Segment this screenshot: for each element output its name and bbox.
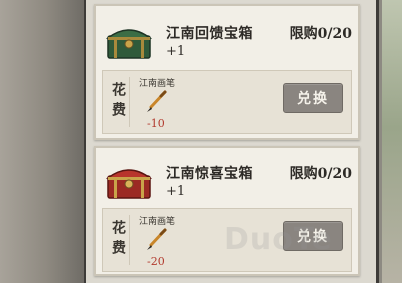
paintbrush-icon — [147, 90, 167, 112]
cost-currency-name: 江南画笔 — [139, 79, 176, 89]
shop-item-card: 江南惊喜宝箱 +1 限购0/20 花费 江南画笔 -20 兑换 — [94, 146, 360, 276]
shop-item-card: 江南回馈宝箱 +1 限购0/20 花费 江南画笔 -10 兑换 — [94, 4, 360, 140]
cost-box: 花费 江南画笔 -20 兑换 — [102, 208, 352, 272]
background-scenery-right — [382, 0, 402, 283]
item-quantity: +1 — [166, 44, 186, 59]
cost-amount: -10 — [147, 117, 165, 130]
exchange-button[interactable]: 兑换 — [283, 83, 343, 113]
cost-currency-name: 江南画笔 — [139, 217, 176, 227]
cost-label: 花费 — [107, 215, 130, 265]
background-scenery-left — [0, 0, 84, 283]
item-quantity: +1 — [166, 184, 186, 199]
item-name: 江南惊喜宝箱 — [166, 166, 253, 182]
green-treasure-chest-icon — [106, 29, 152, 59]
exchange-button[interactable]: 兑换 — [283, 221, 343, 251]
cost-amount: -20 — [147, 255, 165, 268]
item-name: 江南回馈宝箱 — [166, 26, 253, 42]
paintbrush-icon — [147, 228, 167, 250]
red-treasure-chest-icon — [106, 169, 152, 199]
purchase-limit: 限购0/20 — [289, 166, 352, 182]
panel-border-right — [376, 0, 379, 283]
purchase-limit: 限购0/20 — [289, 26, 352, 42]
cost-label: 花费 — [107, 77, 130, 127]
cost-box: 花费 江南画笔 -10 兑换 — [102, 70, 352, 134]
